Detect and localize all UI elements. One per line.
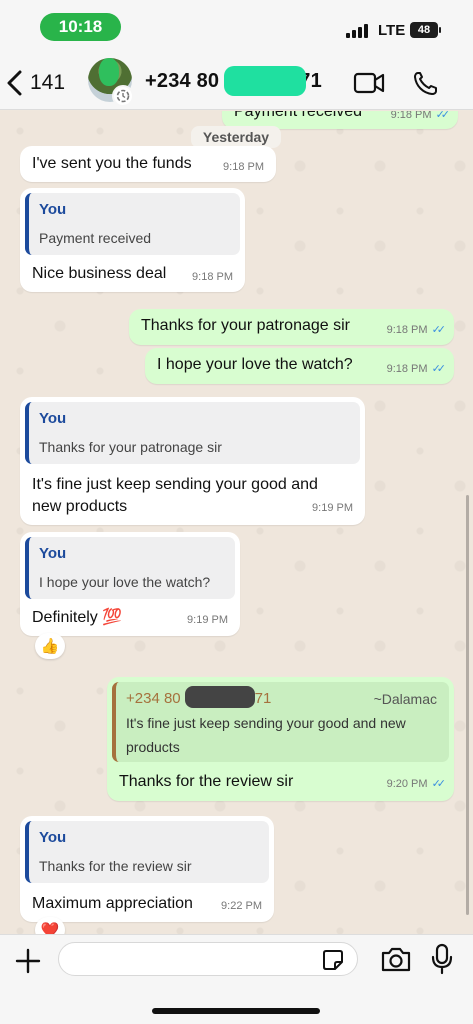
message-bubble-incoming[interactable]: You Thanks for the review sir Maximum ap… [20,816,274,922]
quoted-message[interactable]: You Payment received [25,193,240,255]
message-time: 9:22 PM [221,900,262,912]
message-list[interactable]: Payment received 9:18 PM ✓✓ Yesterday I'v… [0,111,473,934]
unread-count: 141 [30,71,66,94]
quoted-message[interactable]: You I hope your love the watch? [25,537,235,599]
message-time: 9:20 PM [386,778,428,790]
double-check-icon: ✓✓ [431,363,447,375]
battery-tip [439,27,441,33]
double-check-icon: ✓✓ [435,111,451,121]
battery-icon: 48 [410,22,438,38]
message-bubble-incoming[interactable]: You Thanks for your patronage sir It's f… [20,397,365,525]
message-bubble-incoming[interactable]: I've sent you the funds 9:18 PM [20,146,276,182]
reaction-badge[interactable]: 👍 [35,633,65,659]
message-text: Thanks for your patronage sir [141,317,350,334]
redaction-mark [224,66,306,96]
quote-text: products [126,739,180,755]
quote-author: +234 80 [126,690,181,707]
quote-author: You [39,829,67,846]
scrollbar[interactable] [466,495,469,915]
double-check-icon: ✓✓ [431,324,447,336]
message-input[interactable] [58,942,358,976]
message-time: 9:18 PM [386,363,428,375]
quote-text: It's fine just keep sending your good an… [126,715,406,731]
message-text: I hope your love the watch? [157,356,353,373]
redaction-mark [185,686,255,708]
message-time: 9:18 PM [192,271,233,283]
quote-text: Thanks for your patronage sir [39,439,222,455]
quote-text: Thanks for the review sir [39,858,192,874]
message-time: 9:19 PM [312,502,353,514]
message-bubble-incoming[interactable]: You Payment received Nice business deal … [20,188,245,292]
quoted-message[interactable]: You Thanks for the review sir [25,821,269,883]
back-chevron-icon [7,70,22,96]
plus-icon[interactable] [14,947,42,975]
home-indicator [152,1008,320,1014]
chat-header: 141 +234 80 71 [0,56,473,110]
mic-icon[interactable] [430,943,454,975]
message-text: Definitely 💯 [32,609,123,626]
quoted-message[interactable]: +234 80 71 ~Dalamac It's fine just keep s… [112,682,449,762]
message-time: 9:18 PM [386,324,428,336]
status-bar: 10:18 LTE 48 [0,0,473,56]
quote-author: You [39,545,67,562]
message-text: Nice business deal [32,265,167,282]
message-text: new products [32,498,128,515]
message-bubble-outgoing[interactable]: I hope your love the watch? 9:18 PM ✓✓ [145,348,454,384]
message-text: Thanks for the review sir [119,773,294,790]
sticker-icon[interactable] [322,949,344,971]
message-time: 9:18 PM [390,111,432,121]
status-ring-icon [112,85,134,107]
message-text: I've sent you the funds [32,155,192,172]
camera-icon[interactable] [380,945,412,973]
signal-icon [346,24,372,38]
date-divider: Yesterday [191,126,281,148]
quote-author: You [39,410,67,427]
voice-call-icon[interactable] [412,70,444,96]
reaction-badge[interactable]: ❤️ [35,917,65,934]
video-call-icon[interactable] [353,70,385,96]
message-bubble-outgoing[interactable]: +234 80 71 ~Dalamac It's fine just keep s… [107,677,454,801]
message-bubble-outgoing[interactable]: Thanks for your patronage sir 9:18 PM ✓✓ [129,309,454,345]
status-time: 10:18 [40,13,121,41]
double-check-icon: ✓✓ [431,778,447,790]
message-text: Maximum appreciation [32,895,193,912]
back-button[interactable]: 141 [6,66,65,100]
quote-text: Payment received [39,230,152,246]
message-time: 9:18 PM [223,161,264,173]
network-label: LTE [378,22,406,39]
quote-text: I hope your love the watch? [39,574,211,590]
message-text: It's fine just keep sending your good an… [32,476,318,493]
message-text: Payment received [234,111,363,120]
message-time: 9:19 PM [187,614,228,626]
quote-author: You [39,201,67,218]
quoted-message[interactable]: You Thanks for your patronage sir [25,402,360,464]
message-bubble-incoming[interactable]: You I hope your love the watch? Definite… [20,532,240,636]
quote-alias: ~Dalamac [373,691,437,707]
